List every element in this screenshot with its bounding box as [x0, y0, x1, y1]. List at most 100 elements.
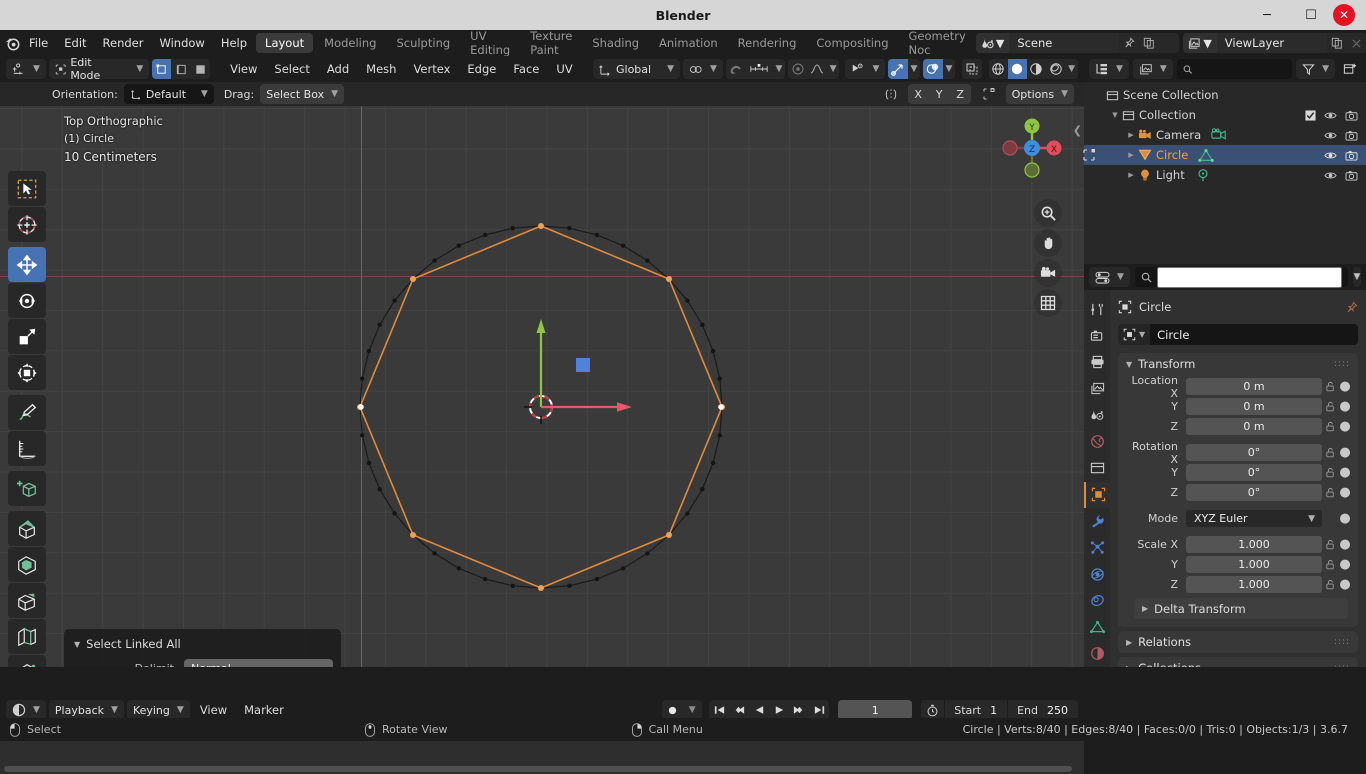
rotation-z-value[interactable]: 0°: [1186, 484, 1322, 501]
location-x-value[interactable]: 0 m: [1186, 378, 1322, 395]
eye-icon[interactable]: [1324, 170, 1337, 181]
menu-window[interactable]: Window: [151, 33, 212, 53]
location-z-value[interactable]: 0 m: [1186, 418, 1322, 435]
workspace-tab-texture-paint[interactable]: Texture Paint: [521, 26, 581, 60]
scale-y-value[interactable]: 1.000: [1186, 556, 1322, 573]
animate-dot-icon[interactable]: ●: [1338, 511, 1352, 526]
options-dropdown[interactable]: Options ▼: [1006, 84, 1074, 104]
properties-tab-world[interactable]: [1084, 429, 1110, 456]
lock-icon[interactable]: [1322, 559, 1338, 570]
outliner-search-box[interactable]: [1177, 59, 1292, 79]
mesh-data-icon[interactable]: [1198, 148, 1214, 163]
properties-tab-object[interactable]: [1084, 482, 1110, 509]
outliner-row-scene-collection[interactable]: Scene Collection: [1084, 85, 1366, 105]
properties-tab-physics[interactable]: [1084, 561, 1110, 588]
workspace-tab-uv-editing[interactable]: UV Editing: [461, 26, 519, 60]
menu-help[interactable]: Help: [213, 33, 255, 53]
keying-menu[interactable]: Keying ▼: [127, 700, 190, 720]
add-cube-tool[interactable]: [8, 471, 46, 506]
properties-tab-tool[interactable]: [1084, 296, 1110, 323]
viewport-menu-face[interactable]: Face: [506, 60, 546, 78]
camera-data-icon[interactable]: [1211, 128, 1227, 142]
face-select-mode-button[interactable]: [191, 59, 210, 79]
scene-selector[interactable]: ▼ Scene x-icon: [976, 33, 1179, 53]
new-collection-icon[interactable]: [1339, 62, 1361, 76]
lock-icon[interactable]: [1322, 487, 1338, 498]
timeline-track-area[interactable]: [0, 741, 1084, 774]
chevron-down-icon[interactable]: ▼: [908, 59, 921, 79]
scale-z-value[interactable]: 1.000: [1186, 576, 1322, 593]
camera-restrict-icon[interactable]: [1345, 170, 1358, 181]
knife-tool[interactable]: [8, 655, 46, 667]
rotation-x-value[interactable]: 0°: [1186, 444, 1322, 461]
workspace-tab-rendering[interactable]: Rendering: [729, 33, 806, 53]
transform-panel-header[interactable]: ▼ Transform ::::: [1118, 353, 1358, 375]
annotate-tool[interactable]: [8, 395, 46, 430]
operator-redo-panel[interactable]: ▼ Select Linked All Delimit Normal Mater…: [64, 629, 341, 667]
properties-tab-particles[interactable]: [1084, 535, 1110, 562]
move-tool[interactable]: [8, 247, 46, 282]
object-name-field[interactable]: Circle: [1150, 324, 1358, 345]
expand-triangle-icon[interactable]: ▶: [1124, 131, 1138, 139]
tweak-tool[interactable]: [8, 171, 46, 206]
proportional-falloff-selector[interactable]: [807, 59, 826, 79]
timer-icon[interactable]: [921, 704, 944, 717]
workspace-tab-geometry-nodes[interactable]: Geometry Noc: [900, 26, 975, 60]
rotation-mode-value[interactable]: XYZ Euler ▼: [1186, 510, 1322, 527]
light-data-icon[interactable]: [1195, 168, 1211, 183]
scale-tool[interactable]: [8, 319, 46, 354]
drag-dots-icon[interactable]: ::::: [1334, 637, 1350, 647]
chevron-down-icon[interactable]: ▼: [682, 700, 702, 720]
properties-tab-view-layer[interactable]: [1084, 376, 1110, 403]
topology-mirror-icon[interactable]: [979, 84, 1000, 104]
camera-restrict-icon[interactable]: [1345, 150, 1358, 161]
mirror-x-icon[interactable]: [881, 84, 902, 104]
play-reverse-icon[interactable]: [749, 700, 769, 720]
expand-triangle-icon[interactable]: ▶: [1124, 171, 1138, 179]
gizmo-icon[interactable]: [888, 59, 907, 79]
operator-panel-header[interactable]: ▼ Select Linked All: [64, 637, 341, 659]
workspace-tab-shading[interactable]: Shading: [583, 33, 648, 53]
remove-viewlayer-button[interactable]: [1347, 33, 1366, 53]
camera-restrict-icon[interactable]: [1345, 130, 1358, 141]
expand-triangle-icon[interactable]: ▼: [1108, 111, 1122, 119]
outliner-row-light[interactable]: ▶ Light: [1084, 165, 1366, 185]
lock-icon[interactable]: [1322, 447, 1338, 458]
animate-dot-icon[interactable]: ●: [1338, 465, 1352, 480]
properties-tab-render[interactable]: [1084, 323, 1110, 350]
delta-transform-panel[interactable]: ▶ Delta Transform: [1134, 598, 1348, 619]
play-icon[interactable]: [769, 700, 789, 720]
prev-keyframe-icon[interactable]: [729, 700, 749, 720]
outliner-row-camera[interactable]: ▶ Camera: [1084, 125, 1366, 145]
camera-restrict-icon[interactable]: [1345, 110, 1358, 121]
funnel-icon[interactable]: ▼: [1296, 59, 1335, 79]
navigation-gizmo[interactable]: Y X Z: [996, 112, 1068, 184]
viewport-menu-vertex[interactable]: Vertex: [406, 60, 457, 78]
animate-dot-icon[interactable]: ●: [1338, 379, 1352, 394]
viewport-menu-add[interactable]: Add: [320, 60, 356, 78]
drag-dots-icon[interactable]: ::::: [1334, 663, 1350, 667]
jump-to-end-icon[interactable]: [809, 700, 829, 720]
visibility-selector[interactable]: ▼: [845, 59, 885, 79]
mirror-axis-y[interactable]: Y: [929, 84, 950, 104]
animate-dot-icon[interactable]: ●: [1338, 537, 1352, 552]
chevron-down-icon[interactable]: ▼: [943, 59, 956, 79]
bevel-tool[interactable]: [8, 583, 46, 618]
material-preview-shading-button[interactable]: [1027, 59, 1046, 79]
pin-icon[interactable]: [1345, 301, 1358, 314]
eye-icon[interactable]: [1324, 110, 1337, 121]
lock-icon[interactable]: [1322, 579, 1338, 590]
relations-panel[interactable]: ▶ Relations ::::: [1118, 631, 1358, 653]
viewport-menu-select[interactable]: Select: [267, 60, 316, 78]
blender-logo-icon[interactable]: [4, 32, 21, 54]
inset-faces-tool[interactable]: [8, 547, 46, 582]
chevron-down-icon[interactable]: ▼: [1065, 59, 1078, 79]
properties-tab-material[interactable]: [1084, 641, 1110, 668]
checkbox-icon[interactable]: [1305, 110, 1316, 121]
scene-icon[interactable]: ▼: [976, 33, 1009, 53]
workspace-tab-modeling[interactable]: Modeling: [315, 33, 385, 53]
mode-selector[interactable]: Edit Mode ▼: [49, 59, 149, 79]
workspace-tab-sculpting[interactable]: Sculpting: [387, 33, 459, 53]
outliner-search-input[interactable]: [1197, 62, 1286, 77]
pin-icon[interactable]: [1119, 33, 1139, 53]
